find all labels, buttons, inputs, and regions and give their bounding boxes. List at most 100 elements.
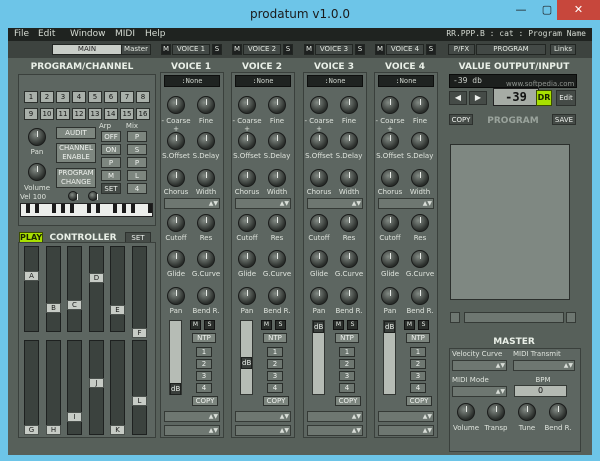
slider-handle-i[interactable]: I [67,412,82,422]
voice3-glide-knob[interactable] [310,250,328,268]
tab-pfx[interactable]: P/FX [448,44,475,55]
voice4-glide-knob[interactable] [381,250,399,268]
controller-slider-l[interactable]: L [132,340,147,435]
program-save-button[interactable]: SAVE [552,114,576,125]
voice3-volume-fader[interactable]: dB [312,320,325,395]
channel-button-14[interactable]: 14 [104,108,118,120]
voice2-cutoff-knob[interactable] [238,214,256,232]
voice1-volume-fader[interactable]: dB [169,320,182,395]
tab-voice4-solo[interactable]: S [426,44,436,55]
voice2-coarse-knob[interactable] [238,96,256,114]
slider-handle-h[interactable]: H [46,425,61,435]
master-transp-knob[interactable] [487,403,505,421]
voice2-res-knob[interactable] [268,214,286,232]
tab-voice2[interactable]: VOICE 2 [243,44,281,55]
tab-voice4[interactable]: VOICE 4 [386,44,424,55]
channel-button-4[interactable]: 4 [72,91,86,103]
voice1-bend-knob[interactable] [197,287,215,305]
arp-on-button[interactable]: ON [101,144,121,155]
voice4-bend-knob[interactable] [411,287,429,305]
channel-button-15[interactable]: 15 [120,108,134,120]
voice3-layer-3[interactable]: 3 [339,371,355,381]
voice3-cutoff-knob[interactable] [310,214,328,232]
black-key[interactable] [26,204,30,213]
voice4-layer-4[interactable]: 4 [410,383,426,393]
voice2-mute-button[interactable]: M [261,320,272,330]
program-copy-button[interactable]: COPY [449,114,473,125]
channel-button-8[interactable]: 8 [136,91,150,103]
tab-links[interactable]: Links [550,44,576,55]
piano-keyboard[interactable] [20,203,153,217]
master-tune-knob[interactable] [518,403,536,421]
edit-button[interactable]: Edit [556,90,576,106]
voice3-copy-button[interactable]: COPY [335,396,361,406]
slider-handle-j[interactable]: J [89,378,104,388]
master-bend-knob[interactable] [549,403,567,421]
voice2-layer-2[interactable]: 2 [267,359,283,369]
voice2-width-knob[interactable] [268,169,286,187]
tab-voice3-mute[interactable]: M [304,44,314,55]
voice1-res-knob[interactable] [197,214,215,232]
voice3-width-knob[interactable] [340,169,358,187]
controller-slider-k[interactable]: K [110,340,125,435]
channel-button-3[interactable]: 3 [56,91,70,103]
voice3-db-handle[interactable]: dB [313,321,324,333]
menu-window[interactable]: Window [70,29,106,39]
voice3-s_delay-knob[interactable] [340,132,358,150]
voice4-select-b[interactable]: ▲▼ [378,411,434,422]
menu-edit[interactable]: Edit [38,29,55,39]
tab-voice3[interactable]: VOICE 3 [315,44,353,55]
voice3-instrument[interactable]: :None [307,75,363,87]
mix-p-button[interactable]: P [127,131,147,142]
voice2-ntp-button[interactable]: NTP [263,333,287,343]
tab-voice3-solo[interactable]: S [355,44,365,55]
black-key[interactable] [131,204,135,213]
voice3-pan-knob[interactable] [310,287,328,305]
black-key[interactable] [148,204,152,213]
voice1-s_offset-knob[interactable] [167,132,185,150]
voice1-chorus-knob[interactable] [167,169,185,187]
controller-slider-g[interactable]: G [24,340,39,435]
voice4-copy-button[interactable]: COPY [406,396,432,406]
voice2-db-handle[interactable]: dB [241,357,252,369]
mix-s-button[interactable]: S [127,144,147,155]
black-key[interactable] [122,204,126,213]
voice1-instrument[interactable]: :None [164,75,220,87]
voice1-cutoff-knob[interactable] [167,214,185,232]
program-change-button[interactable]: PROGRAM CHANGE [56,168,96,188]
minimize-button[interactable]: — [508,0,534,20]
voice4-layer-2[interactable]: 2 [410,359,426,369]
controller-slider-f[interactable]: F [132,246,147,338]
voice4-layer-3[interactable]: 3 [410,371,426,381]
voice2-s_offset-knob[interactable] [238,132,256,150]
voice4-res-knob[interactable] [411,214,429,232]
close-button[interactable]: ✕ [557,0,600,20]
channel-button-13[interactable]: 13 [88,108,102,120]
controller-slider-e[interactable]: E [110,246,125,332]
value-increment-icon[interactable]: ▶ [469,91,487,105]
voice3-select-b[interactable]: ▲▼ [307,411,363,422]
voice1-width-knob[interactable] [197,169,215,187]
bpm-field[interactable]: 0 [514,385,567,397]
tab-voice1[interactable]: VOICE 1 [172,44,210,55]
voice1-solo-button[interactable]: S [204,320,215,330]
volume-knob[interactable] [28,163,46,181]
voice3-g_curve-knob[interactable] [340,250,358,268]
mix-p2-button[interactable]: P [127,157,147,168]
voice1-layer-2[interactable]: 2 [196,359,212,369]
tab-voice4-mute[interactable]: M [375,44,385,55]
voice4-select-a[interactable]: ▲▼ [378,198,434,209]
voice2-fine-knob[interactable] [268,96,286,114]
voice1-layer-4[interactable]: 4 [196,383,212,393]
voice1-layer-1[interactable]: 1 [196,347,212,357]
menu-help[interactable]: Help [145,29,166,39]
program-right-arrow-icon[interactable] [566,312,576,323]
black-key[interactable] [70,204,74,213]
menu-midi[interactable]: MIDI [115,29,135,39]
controller-slider-a[interactable]: A [24,246,39,332]
voice1-ntp-button[interactable]: NTP [192,333,216,343]
voice1-db-handle[interactable]: dB [170,383,181,395]
voice4-solo-button[interactable]: S [418,320,429,330]
velocity-curve-select[interactable]: ▲▼ [452,360,507,371]
black-key[interactable] [61,204,65,213]
